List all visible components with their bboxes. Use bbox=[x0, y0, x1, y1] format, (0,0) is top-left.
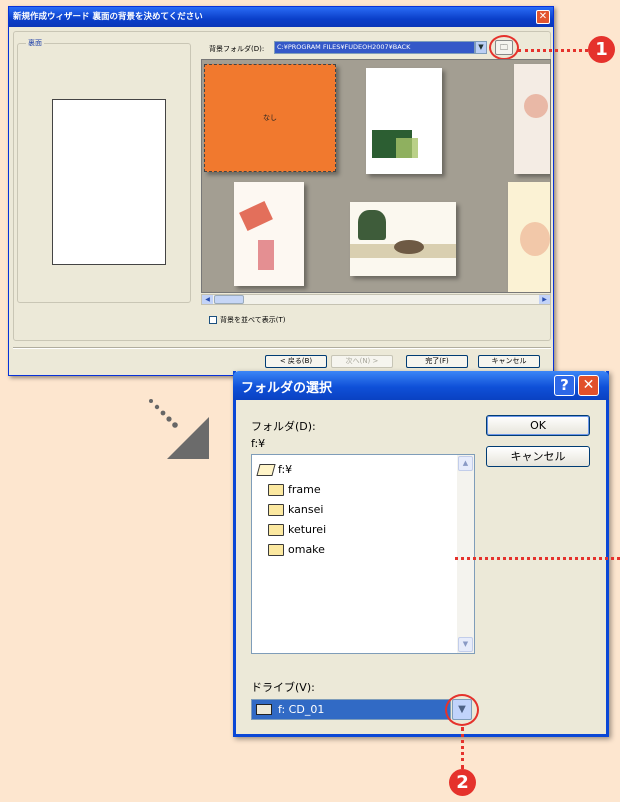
tree-item-label: omake bbox=[288, 543, 325, 556]
arrow-icon bbox=[149, 399, 209, 459]
ok-button[interactable]: OK bbox=[486, 415, 590, 436]
card-decoration bbox=[358, 210, 386, 240]
thumb-none-label: なし bbox=[263, 114, 277, 122]
show-all-option[interactable]: 背景を並べて表示(T) bbox=[209, 315, 285, 325]
folder-icon bbox=[268, 523, 284, 536]
folder-path-combo[interactable]: C:¥PROGRAM FILES¥FUDEOH2007¥BACK bbox=[274, 41, 475, 54]
wizard-dialog: 新規作成ウィザード 裏面の背景を決めてください ✕ 裏面 背景フォルダ(D): … bbox=[8, 6, 554, 376]
drive-value: f: CD_01 bbox=[278, 703, 325, 716]
thumb-bg-6[interactable] bbox=[508, 182, 550, 292]
folder-tree[interactable]: f:¥ frame kansei keturei omake ▲ ▼ bbox=[251, 454, 475, 654]
drive-label: ドライブ(V): bbox=[251, 681, 315, 694]
scroll-up-icon[interactable]: ▲ bbox=[458, 456, 473, 471]
wizard-title: 新規作成ウィザード 裏面の背景を決めてください bbox=[13, 12, 203, 22]
show-all-checkbox[interactable] bbox=[209, 316, 217, 324]
scroll-thumb[interactable] bbox=[214, 295, 244, 304]
drive-icon bbox=[256, 704, 272, 715]
card-decoration bbox=[239, 201, 273, 231]
picker-title-bar: フォルダの選択 ? ✕ bbox=[233, 371, 609, 400]
group-label: 裏面 bbox=[26, 38, 44, 48]
callout-line-tree bbox=[455, 557, 620, 560]
show-all-label: 背景を並べて表示(T) bbox=[220, 316, 286, 324]
gallery-scrollbar[interactable]: ◀ ▶ bbox=[201, 294, 551, 305]
finish-button[interactable]: 完了(F) bbox=[406, 355, 468, 368]
cancel-button[interactable]: キャンセル bbox=[478, 355, 540, 368]
folder-icon bbox=[268, 503, 284, 516]
tree-item-frame[interactable]: frame bbox=[268, 483, 321, 496]
card-decoration bbox=[524, 94, 548, 118]
tree-item-kansei[interactable]: kansei bbox=[268, 503, 323, 516]
card-decoration bbox=[520, 222, 550, 256]
drive-select[interactable]: f: CD_01 bbox=[251, 699, 451, 720]
picker-folder-label: フォルダ(D): bbox=[251, 420, 316, 433]
chevron-down-icon[interactable]: ▼ bbox=[475, 41, 487, 54]
back-button[interactable]: < 戻る(B) bbox=[265, 355, 327, 368]
scroll-down-icon[interactable]: ▼ bbox=[458, 637, 473, 652]
folder-icon bbox=[268, 483, 284, 496]
card-decoration bbox=[396, 138, 418, 158]
callout-badge-1: 1 bbox=[588, 36, 615, 63]
scroll-left-icon[interactable]: ◀ bbox=[202, 295, 213, 304]
picker-title: フォルダの選択 bbox=[241, 381, 333, 396]
scroll-right-icon[interactable]: ▶ bbox=[539, 295, 550, 304]
folder-open-icon bbox=[256, 463, 276, 476]
callout-badge-2: 2 bbox=[449, 769, 476, 796]
tree-item-root[interactable]: f:¥ bbox=[256, 463, 293, 476]
back-side-preview bbox=[52, 99, 166, 265]
close-button[interactable]: ✕ bbox=[578, 375, 599, 396]
wizard-close-button[interactable]: ✕ bbox=[536, 10, 550, 24]
folder-label: 背景フォルダ(D): bbox=[209, 45, 265, 53]
next-button[interactable]: 次へ(N) > bbox=[331, 355, 393, 368]
tree-item-label: keturei bbox=[288, 523, 327, 536]
picker-cancel-button[interactable]: キャンセル bbox=[486, 446, 590, 467]
tree-item-label: frame bbox=[288, 483, 321, 496]
callout-line-1 bbox=[518, 49, 588, 52]
thumb-none[interactable]: なし bbox=[204, 64, 336, 172]
thumb-bg-5[interactable] bbox=[350, 202, 456, 276]
tree-item-label: f:¥ bbox=[278, 463, 293, 476]
divider bbox=[13, 347, 551, 349]
background-gallery: なし bbox=[201, 59, 551, 293]
highlight-circle bbox=[445, 694, 479, 726]
help-button[interactable]: ? bbox=[554, 375, 575, 396]
folder-icon bbox=[268, 543, 284, 556]
card-decoration bbox=[394, 240, 424, 254]
thumb-bg-4[interactable] bbox=[234, 182, 304, 286]
wizard-title-bar: 新規作成ウィザード 裏面の背景を決めてください ✕ bbox=[9, 7, 553, 27]
tree-scrollbar[interactable]: ▲ ▼ bbox=[457, 455, 474, 653]
picker-current-path: f:¥ bbox=[251, 437, 266, 450]
tree-item-keturei[interactable]: keturei bbox=[268, 523, 326, 536]
folder-picker-dialog: フォルダの選択 ? ✕ フォルダ(D): f:¥ OK キャンセル f:¥ fr… bbox=[233, 371, 609, 737]
thumb-bg-2[interactable] bbox=[366, 68, 442, 174]
callout-line-2 bbox=[461, 727, 464, 769]
tree-item-label: kansei bbox=[288, 503, 324, 516]
thumb-bg-3[interactable] bbox=[514, 64, 550, 174]
card-decoration bbox=[258, 240, 274, 270]
tree-item-omake[interactable]: omake bbox=[268, 543, 325, 556]
highlight-circle bbox=[489, 35, 519, 60]
back-side-group: 裏面 bbox=[17, 38, 191, 303]
